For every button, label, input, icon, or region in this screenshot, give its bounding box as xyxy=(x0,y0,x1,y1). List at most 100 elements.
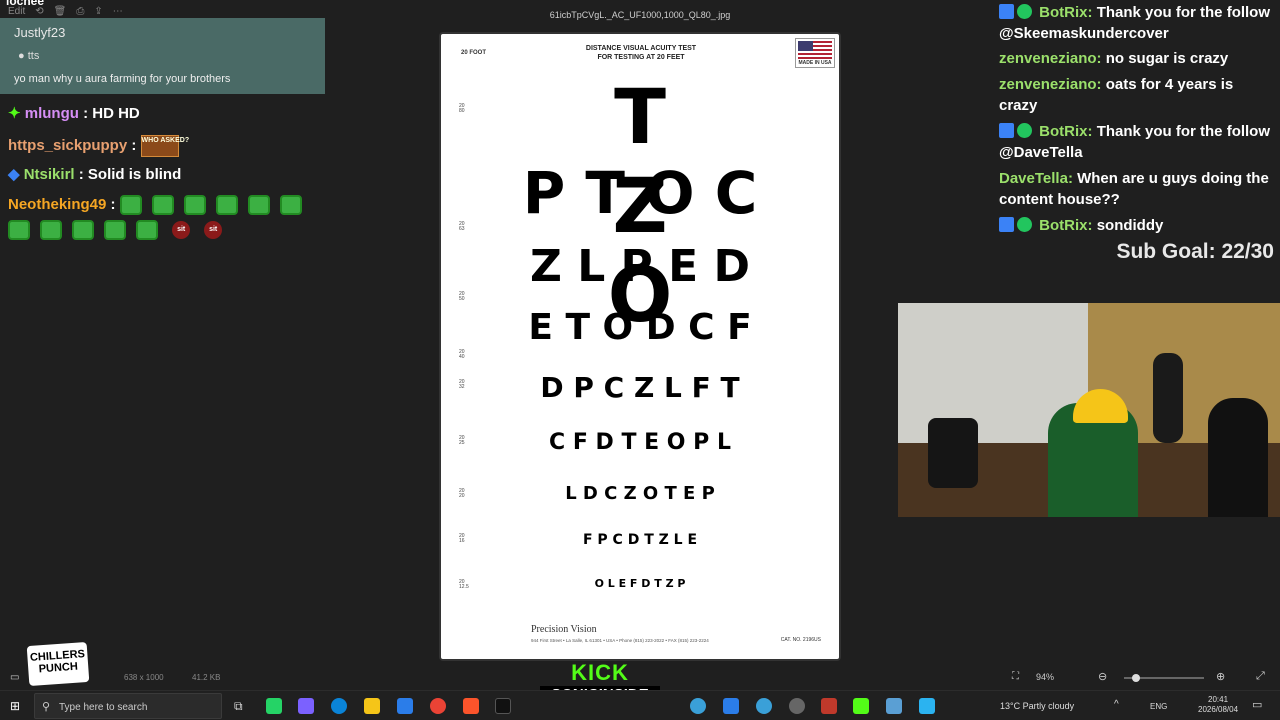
photos-icon[interactable] xyxy=(886,698,902,714)
docs-icon[interactable] xyxy=(723,698,739,714)
speaker-icon: ● xyxy=(18,50,25,62)
chart-header-line2: FOR TESTING AT 20 FEET xyxy=(597,54,685,61)
chat-message: BotRix: Thank you for the follow @DaveTe… xyxy=(999,123,1271,161)
notification-icon[interactable]: ▭ xyxy=(1252,698,1262,711)
print-icon[interactable]: ⎙ xyxy=(76,6,84,17)
weather-widget[interactable]: 13°C Partly cloudy xyxy=(1000,701,1074,711)
chat-username[interactable]: mlungu xyxy=(25,105,79,122)
chat-text: no sugar is crazy xyxy=(1105,50,1229,67)
app-icon[interactable] xyxy=(756,698,772,714)
sit-emote: sit xyxy=(172,221,191,239)
snellen-label: 20 40 xyxy=(459,349,465,360)
chart-row-5: D P C Z L F T xyxy=(540,371,740,404)
chat-text: Solid is blind xyxy=(87,166,182,183)
settings-icon[interactable] xyxy=(789,698,805,714)
emote-icon xyxy=(136,220,158,240)
chat-username[interactable]: Ntsikirl xyxy=(24,166,75,183)
snellen-label: 20 20 xyxy=(459,488,465,499)
chat-username[interactable]: zenveneziano xyxy=(999,76,1097,93)
made-in-usa-label: MADE IN USA xyxy=(798,60,832,66)
tts-alert: Justlyf23 ● tts yo man why u aura farmin… xyxy=(0,18,325,94)
chat-username[interactable]: BotRix xyxy=(1039,123,1087,140)
app-icon[interactable] xyxy=(690,698,706,714)
us-flag-icon: MADE IN USA xyxy=(795,38,835,68)
snellen-label: 20 63 xyxy=(459,221,465,232)
whatsapp-icon[interactable] xyxy=(266,698,282,714)
window-title: lochee xyxy=(6,0,45,8)
share-icon[interactable]: ⇪ xyxy=(94,6,102,17)
cube-badge-icon: ◆ xyxy=(8,166,20,183)
emote-icon xyxy=(183,195,206,215)
emote-icon xyxy=(119,195,142,215)
search-icon: ⚲ xyxy=(42,701,51,713)
chart-row-8: F P C D T Z L E xyxy=(582,532,698,548)
file-explorer-icon[interactable] xyxy=(364,698,380,714)
zoom-slider-knob[interactable] xyxy=(1132,674,1140,682)
chat-text: sondiddy xyxy=(1096,217,1164,234)
language-indicator[interactable]: ENG xyxy=(1150,702,1167,711)
snellen-label: 20 50 xyxy=(459,291,465,302)
bot-badge-icon xyxy=(999,217,1014,232)
chat-message: DaveTella: When are u guys doing the con… xyxy=(999,170,1269,208)
taskbar: ⊞ ⚲ Type here to search ⧉ 13°C Partly cl… xyxy=(0,690,1280,720)
app-icon[interactable] xyxy=(919,698,935,714)
emote-icon xyxy=(8,220,30,240)
windows-start-icon[interactable]: ⊞ xyxy=(10,699,20,713)
sit-emote: sit xyxy=(204,221,223,239)
fullscreen-icon[interactable]: ⤢ xyxy=(1256,670,1265,683)
store-icon[interactable] xyxy=(397,698,413,714)
chat-message: zenveneziano: oats for 4 years is crazy xyxy=(999,76,1234,114)
emote-icon xyxy=(104,220,126,240)
dimensions-label: 638 x 1000 xyxy=(124,673,164,682)
verified-badge-icon xyxy=(1017,217,1032,232)
maps-icon[interactable] xyxy=(821,698,837,714)
chat-message: https_sickpuppy : WHO ASKED? xyxy=(8,135,189,157)
brave-icon[interactable] xyxy=(463,698,479,714)
who-asked-emote: WHO ASKED? xyxy=(140,135,189,157)
zoom-in-icon[interactable]: ⊕ xyxy=(1216,670,1225,683)
brand-logo: Precision Vision xyxy=(531,624,597,635)
tts-username: Justlyf23 xyxy=(14,25,66,40)
chat-username[interactable]: zenveneziano xyxy=(999,50,1097,67)
chart-row-2: P T O C xyxy=(522,159,758,227)
copilot-icon[interactable] xyxy=(298,698,314,714)
chrome-icon[interactable] xyxy=(430,698,446,714)
more-icon[interactable]: ⋯ xyxy=(113,6,123,17)
display-icon[interactable]: ▭ xyxy=(10,672,19,683)
taskbar-search[interactable]: ⚲ Type here to search xyxy=(34,693,222,719)
zoom-out-icon[interactable]: ⊖ xyxy=(1098,670,1107,683)
search-placeholder: Type here to search xyxy=(59,702,148,713)
chat-username[interactable]: Neotheking49 xyxy=(8,196,106,213)
zoom-slider[interactable] xyxy=(1124,674,1204,682)
chat-username[interactable]: https_sickpuppy xyxy=(8,137,127,154)
verified-badge-icon xyxy=(1017,4,1032,19)
chart-row-6: C F D T E O P L xyxy=(549,430,731,455)
catalog-number: CAT. NO. 2196US xyxy=(780,637,821,643)
delete-icon[interactable]: 🗑 xyxy=(54,6,67,17)
bot-badge-icon xyxy=(999,4,1014,19)
snellen-label: 20 80 xyxy=(459,103,465,114)
chat-message: BotRix: sondiddy xyxy=(999,215,1274,236)
chat-username[interactable]: DaveTella xyxy=(999,170,1068,187)
task-view-icon[interactable]: ⧉ xyxy=(234,699,243,714)
snellen-label: 20 32 xyxy=(459,379,465,390)
tiktok-icon[interactable] xyxy=(495,698,511,714)
chart-header-line1: DISTANCE VISUAL ACUITY TEST xyxy=(585,45,697,52)
chart-row-4: E T O D C F xyxy=(528,307,752,348)
clock[interactable]: 20:41 2026/08/04 xyxy=(1198,695,1238,715)
tray-chevron-icon[interactable]: ^ xyxy=(1114,699,1119,710)
file-title: 61icbTpCVgL._AC_UF1000,1000_QL80_.jpg xyxy=(549,10,731,20)
filesize-label: 41.2 KB xyxy=(192,673,221,682)
tts-tag: ● tts xyxy=(18,50,40,62)
chat-username[interactable]: BotRix xyxy=(1039,217,1087,234)
chart-row-3: Z L P E D xyxy=(529,241,751,292)
bot-badge-icon xyxy=(999,123,1014,138)
snellen-label: 20 12.5 xyxy=(459,579,469,590)
chat-username[interactable]: BotRix xyxy=(1039,4,1087,21)
zoom-value[interactable]: 94% xyxy=(1036,672,1054,682)
emote-icon xyxy=(72,220,94,240)
kick-app-icon[interactable] xyxy=(853,698,869,714)
fit-icon[interactable]: ⛶ xyxy=(1012,671,1019,682)
edge-icon[interactable] xyxy=(331,698,347,714)
chillers-punch-logo: CHILLERS PUNCH xyxy=(26,641,90,687)
